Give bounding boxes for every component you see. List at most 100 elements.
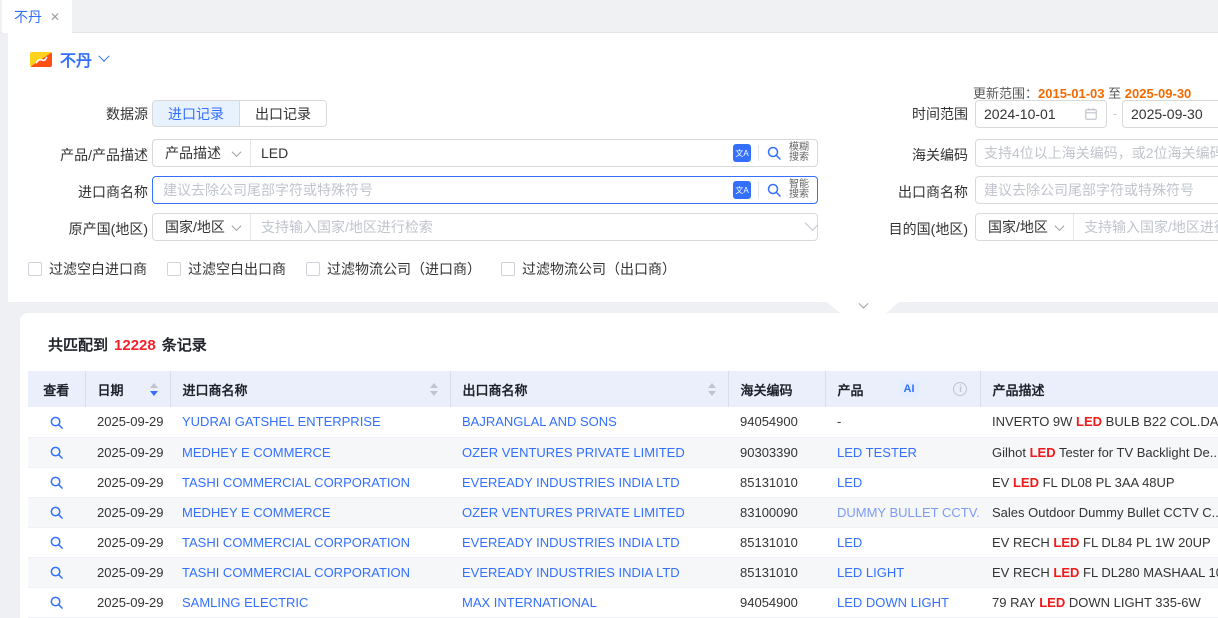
importer-link[interactable]: TASHI COMMERCIAL CORPORATION	[182, 535, 410, 550]
fuzzy-search-button[interactable]: 文A 模糊搜索	[725, 140, 817, 166]
exporter-name-field[interactable]	[975, 176, 1218, 204]
product-link[interactable]: LED	[837, 535, 862, 550]
results-count: 12228	[114, 337, 156, 354]
table-row: 2025-09-29 SAMLING ELECTRIC MAX INTERNAT…	[28, 587, 1218, 617]
destination-input[interactable]	[1074, 214, 1218, 240]
importer-link[interactable]: MEDHEY E COMMERCE	[182, 505, 331, 520]
tab-title: 不丹	[14, 7, 42, 27]
end-date-picker[interactable]	[1122, 100, 1218, 128]
translate-icon[interactable]: 文A	[733, 181, 751, 199]
end-date-input[interactable]	[1123, 101, 1218, 127]
update-range-end: 2025-09-30	[1125, 86, 1192, 101]
filter-blank-importer-checkbox[interactable]: 过滤空白进口商	[28, 259, 147, 279]
smart-search-button[interactable]: 文A 智能搜索	[725, 177, 817, 203]
origin-type-value: 国家/地区	[165, 217, 225, 237]
importer-link[interactable]: SAMLING ELECTRIC	[182, 595, 308, 610]
exporter-sorter[interactable]	[708, 383, 716, 396]
product-link[interactable]: LED TESTER	[837, 445, 917, 460]
product-link[interactable]: LED	[837, 475, 862, 490]
importer-link[interactable]: TASHI COMMERCIAL CORPORATION	[182, 475, 410, 490]
tab-close-icon[interactable]: ✕	[50, 10, 60, 24]
filter-logistics-importer-checkbox[interactable]: 过滤物流公司（进口商）	[306, 259, 481, 279]
update-range-start: 2015-01-03	[1038, 86, 1105, 101]
exporter-link[interactable]: OZER VENTURES PRIVATE LIMITED	[462, 505, 685, 520]
exporter-link[interactable]: OZER VENTURES PRIVATE LIMITED	[462, 445, 685, 460]
destination-label: 目的国(地区)	[820, 219, 968, 239]
view-record-button[interactable]	[49, 445, 64, 460]
filter-blank-exporter-checkbox[interactable]: 过滤空白出口商	[167, 259, 286, 279]
view-record-button[interactable]	[49, 535, 64, 550]
info-icon[interactable]: i	[953, 382, 967, 396]
exporter-link[interactable]: MAX INTERNATIONAL	[462, 595, 597, 610]
description-cell: Gilhot LED Tester for TV Backlight De...	[980, 437, 1218, 467]
country-name: 不丹	[60, 47, 92, 71]
view-record-button[interactable]	[49, 475, 64, 490]
country-selector[interactable]: 不丹	[30, 47, 108, 71]
view-record-button[interactable]	[49, 595, 64, 610]
chevron-down-icon	[232, 147, 242, 157]
hs-code-label: 海关编码	[820, 145, 968, 165]
import-records-toggle[interactable]: 进口记录	[153, 101, 239, 126]
checkbox-icon[interactable]	[28, 262, 42, 276]
translate-icon[interactable]: 文A	[733, 144, 751, 162]
header-description: 产品描述	[981, 380, 1218, 399]
table-row: 2025-09-29 YUDRAI GATSHEL ENTERPRISE BAJ…	[28, 407, 1218, 437]
hs-code-input[interactable]	[976, 140, 1218, 166]
product-label: 产品/产品描述	[8, 145, 148, 165]
start-date-picker[interactable]	[975, 100, 1107, 128]
checkbox-icon[interactable]	[167, 262, 181, 276]
importer-link[interactable]: YUDRAI GATSHEL ENTERPRISE	[182, 414, 381, 429]
importer-search-group: 文A 智能搜索	[152, 176, 818, 204]
search-icon	[766, 182, 782, 198]
update-range-joiner: 至	[1108, 86, 1121, 101]
chevron-down-icon	[1055, 221, 1065, 231]
destination-type-select[interactable]: 国家/地区	[976, 214, 1074, 240]
chevron-down-icon	[98, 51, 109, 62]
view-record-button[interactable]	[49, 505, 64, 520]
start-date-input[interactable]	[976, 101, 1084, 127]
view-record-button[interactable]	[49, 565, 64, 580]
exporter-link[interactable]: BAJRANGLAL AND SONS	[462, 414, 617, 429]
importer-link[interactable]: TASHI COMMERCIAL CORPORATION	[182, 565, 410, 580]
smart-search-label: 智能搜索	[789, 180, 809, 200]
product-link[interactable]: LED LIGHT	[837, 565, 904, 580]
exporter-link[interactable]: EVEREADY INDUSTRIES INDIA LTD	[462, 535, 680, 550]
summary-prefix: 共匹配到	[48, 337, 108, 354]
header-product: 产品 AI i	[826, 380, 980, 399]
origin-type-select[interactable]: 国家/地区	[153, 214, 251, 240]
header-importer: 进口商名称	[171, 380, 450, 399]
exporter-link[interactable]: EVEREADY INDUSTRIES INDIA LTD	[462, 475, 680, 490]
results-panel: 共匹配到12228条记录 查看 日期 进口商名称	[20, 313, 1218, 618]
origin-country-label: 原产国(地区)	[8, 219, 148, 239]
importer-sorter[interactable]	[430, 383, 438, 396]
tab-bhutan[interactable]: 不丹 ✕	[2, 0, 72, 33]
exporter-label: 出口商名称	[820, 182, 968, 202]
hs-code-cell: 85131010	[728, 467, 825, 497]
checkbox-icon[interactable]	[501, 262, 515, 276]
importer-name-input[interactable]	[153, 177, 725, 203]
product-link[interactable]: LED DOWN LIGHT	[837, 595, 949, 610]
checkbox-icon[interactable]	[306, 262, 320, 276]
calendar-icon	[1084, 107, 1106, 121]
update-range-label: 更新范围：	[973, 86, 1038, 101]
ai-badge: AI	[900, 381, 919, 397]
chevron-down-icon	[232, 221, 242, 231]
exporter-name-input[interactable]	[976, 177, 1218, 203]
header-date: 日期	[86, 380, 170, 399]
view-record-button[interactable]	[49, 415, 64, 430]
product-search-input[interactable]	[251, 140, 725, 166]
filter-logistics-exporter-checkbox[interactable]: 过滤物流公司（出口商）	[501, 259, 676, 279]
divider	[758, 145, 759, 161]
header-hs-code: 海关编码	[729, 380, 825, 399]
hs-code-field[interactable]	[975, 139, 1218, 167]
hs-code-cell: 94054900	[728, 407, 825, 437]
date-sorter[interactable]	[150, 383, 158, 396]
importer-link[interactable]: MEDHEY E COMMERCE	[182, 445, 331, 460]
export-records-toggle[interactable]: 出口记录	[239, 101, 326, 126]
description-cell: EV LED FL DL08 PL 3AA 48UP	[980, 467, 1218, 497]
destination-group: 国家/地区	[975, 213, 1218, 241]
exporter-link[interactable]: EVEREADY INDUSTRIES INDIA LTD	[462, 565, 680, 580]
product-link[interactable]: DUMMY BULLET CCTV...	[837, 505, 980, 520]
origin-country-input[interactable]	[251, 214, 806, 240]
product-type-select[interactable]: 产品描述	[153, 140, 251, 166]
